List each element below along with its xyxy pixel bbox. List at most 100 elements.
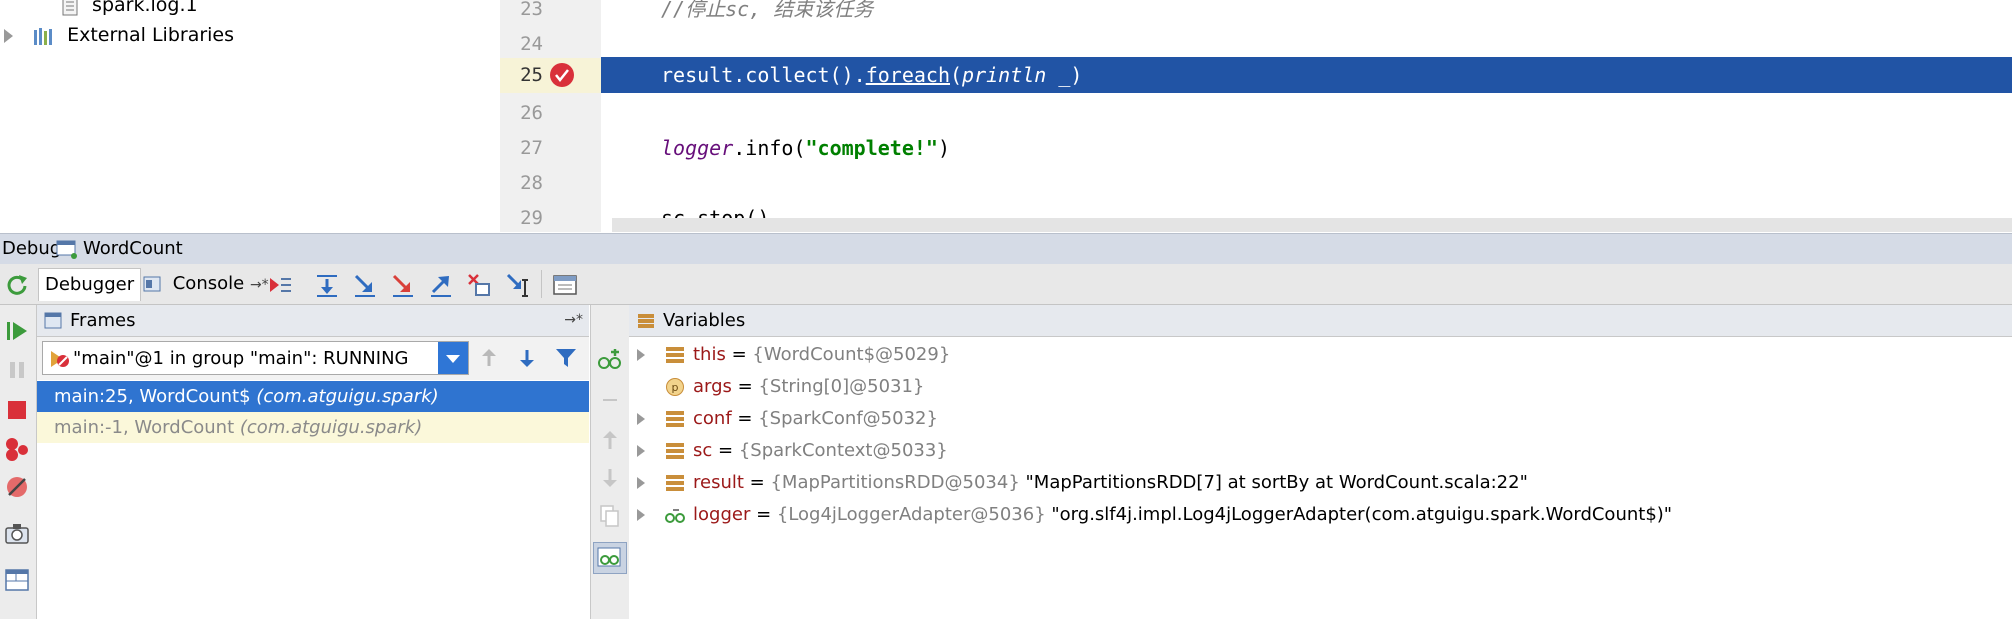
variable-eq: = (712, 440, 739, 461)
tab-label: Debugger (45, 274, 135, 295)
code-token: result.collect(). (661, 63, 866, 87)
variable-type: {WordCount$@5029} (752, 344, 951, 365)
line-numbers: 23 24 25 26 27 28 29 (500, 0, 601, 232)
variable-row-result[interactable]: result = {MapPartitionsRDD@5034} "MapPar… (629, 467, 2012, 499)
toolbar-separator (541, 270, 542, 298)
expand-arrow-icon[interactable] (637, 413, 645, 425)
variable-text: args = {String[0]@5031} (693, 371, 924, 403)
variable-type: {SparkContext@5033} (738, 440, 948, 461)
variable-row-sc[interactable]: sc = {SparkContext@5033} (629, 435, 2012, 467)
text-file-icon (62, 0, 78, 15)
thread-running-icon (51, 351, 69, 367)
variables-tree: this = {WordCount$@5029} p args = {Strin… (629, 337, 2012, 619)
variable-type: {String[0]@5031} (758, 376, 925, 397)
mute-breakpoints-icon[interactable] (4, 474, 30, 500)
expand-arrow-icon[interactable] (637, 477, 645, 489)
variables-title: Variables (663, 310, 746, 331)
step-into-icon[interactable] (352, 272, 378, 298)
drop-frame-icon[interactable] (466, 272, 492, 298)
previous-frame-icon[interactable] (477, 346, 501, 370)
new-watch-icon[interactable] (597, 347, 623, 373)
debug-actions-strip (0, 305, 37, 619)
variable-eq: = (731, 376, 759, 397)
variable-eq: = (750, 504, 777, 525)
variable-name: args (693, 376, 732, 397)
code-method: foreach (865, 63, 950, 87)
tab-debugger[interactable]: Debugger (38, 268, 142, 301)
variables-icon (638, 314, 654, 328)
run-config-icon (56, 240, 77, 259)
frame-item-text: main:25, WordCount$ (com.atguigu.spark) (54, 381, 439, 412)
view-breakpoints-icon[interactable] (4, 436, 30, 462)
execution-point-line: result.collect().foreach(println _) (601, 57, 2012, 93)
variable-row-this[interactable]: this = {WordCount$@5029} (629, 339, 2012, 371)
tree-item-label: External Libraries (67, 24, 235, 46)
variable-eq: = (731, 408, 759, 429)
code-token: println _ (962, 63, 1071, 87)
horizontal-scrollbar[interactable] (612, 218, 2012, 232)
expand-arrow-icon[interactable] (637, 445, 645, 457)
code-editor[interactable]: //停止sc, 结束该任务 sc.stop() logger.info("com… (601, 0, 2012, 232)
resume-program-icon[interactable] (4, 318, 30, 344)
run-config-name: WordCount (83, 238, 183, 259)
line-number: 25 (520, 64, 543, 86)
expand-arrow-icon[interactable] (637, 509, 645, 521)
move-watch-up-icon[interactable] (597, 427, 623, 453)
pause-program-icon[interactable] (4, 357, 30, 383)
variable-row-logger[interactable]: logger = {Log4jLoggerAdapter@5036} "org.… (629, 499, 2012, 531)
show-watches-icon (597, 547, 621, 567)
rerun-icon[interactable] (4, 272, 30, 298)
variable-name: this (693, 344, 726, 365)
filter-icon[interactable] (554, 346, 578, 370)
frame-location: main:25, WordCount$ (54, 386, 251, 407)
stop-icon[interactable] (4, 397, 30, 423)
line-number: 27 (520, 137, 543, 159)
force-step-into-icon[interactable] (390, 272, 416, 298)
console-icon (143, 276, 161, 292)
frames-panel-header: Frames →* (37, 305, 589, 337)
variable-row-args[interactable]: p args = {String[0]@5031} (629, 371, 2012, 403)
parameter-icon: p (666, 378, 684, 396)
tab-console[interactable]: Console →* (137, 268, 275, 300)
variable-value: "org.slf4j.impl.Log4jLoggerAdapter(com.a… (1051, 504, 1673, 525)
breakpoint-icon[interactable] (549, 62, 575, 88)
restore-layout-icon[interactable] (4, 567, 30, 593)
chevron-down-icon[interactable] (438, 342, 468, 374)
watches-toggle-button[interactable] (593, 542, 627, 574)
evaluate-expression-icon[interactable] (552, 272, 578, 298)
pin-icon[interactable]: →* (564, 305, 583, 336)
show-execution-point-icon[interactable] (267, 272, 293, 298)
frame-list-item[interactable]: main:25, WordCount$ (com.atguigu.spark) (37, 381, 589, 412)
tree-item-external-libraries[interactable]: External Libraries (4, 18, 234, 52)
next-frame-icon[interactable] (515, 346, 539, 370)
move-watch-down-icon[interactable] (597, 465, 623, 491)
variable-type: {MapPartitionsRDD@5034} (770, 472, 1020, 493)
thread-selector-dropdown[interactable]: "main"@1 in group "main": RUNNING (42, 341, 469, 375)
step-out-icon[interactable] (428, 272, 454, 298)
variable-type: {Log4jLoggerAdapter@5036} (776, 504, 1046, 525)
frame-list-item[interactable]: main:-1, WordCount (com.atguigu.spark) (37, 412, 589, 443)
frame-package: (com.atguigu.spark) (239, 417, 423, 438)
variable-text: this = {WordCount$@5029} (693, 339, 950, 371)
variable-name: conf (693, 408, 732, 429)
run-to-cursor-icon[interactable] (505, 272, 531, 298)
code-token: .info( (733, 136, 806, 160)
pin-icon[interactable]: →* (250, 277, 269, 293)
line-number: 24 (520, 33, 543, 55)
parameter-letter: p (672, 381, 679, 394)
copy-watch-icon[interactable] (597, 503, 623, 529)
expand-arrow-icon[interactable] (4, 28, 13, 43)
frames-icon (44, 312, 62, 329)
code-token: ) (937, 136, 950, 160)
code-string: "complete!" (805, 136, 938, 160)
frame-item-text: main:-1, WordCount (com.atguigu.spark) (54, 412, 422, 443)
step-over-icon[interactable] (314, 272, 340, 298)
tab-label: Console (172, 273, 245, 294)
variable-row-conf[interactable]: conf = {SparkConf@5032} (629, 403, 2012, 435)
library-icon (34, 27, 53, 45)
tree-item-label: spark.log.1 (92, 0, 198, 16)
get-thread-dump-icon[interactable] (4, 521, 30, 547)
expand-arrow-icon[interactable] (637, 349, 645, 361)
remove-watch-icon[interactable] (597, 387, 623, 413)
variable-text: result = {MapPartitionsRDD@5034} "MapPar… (693, 467, 1528, 499)
